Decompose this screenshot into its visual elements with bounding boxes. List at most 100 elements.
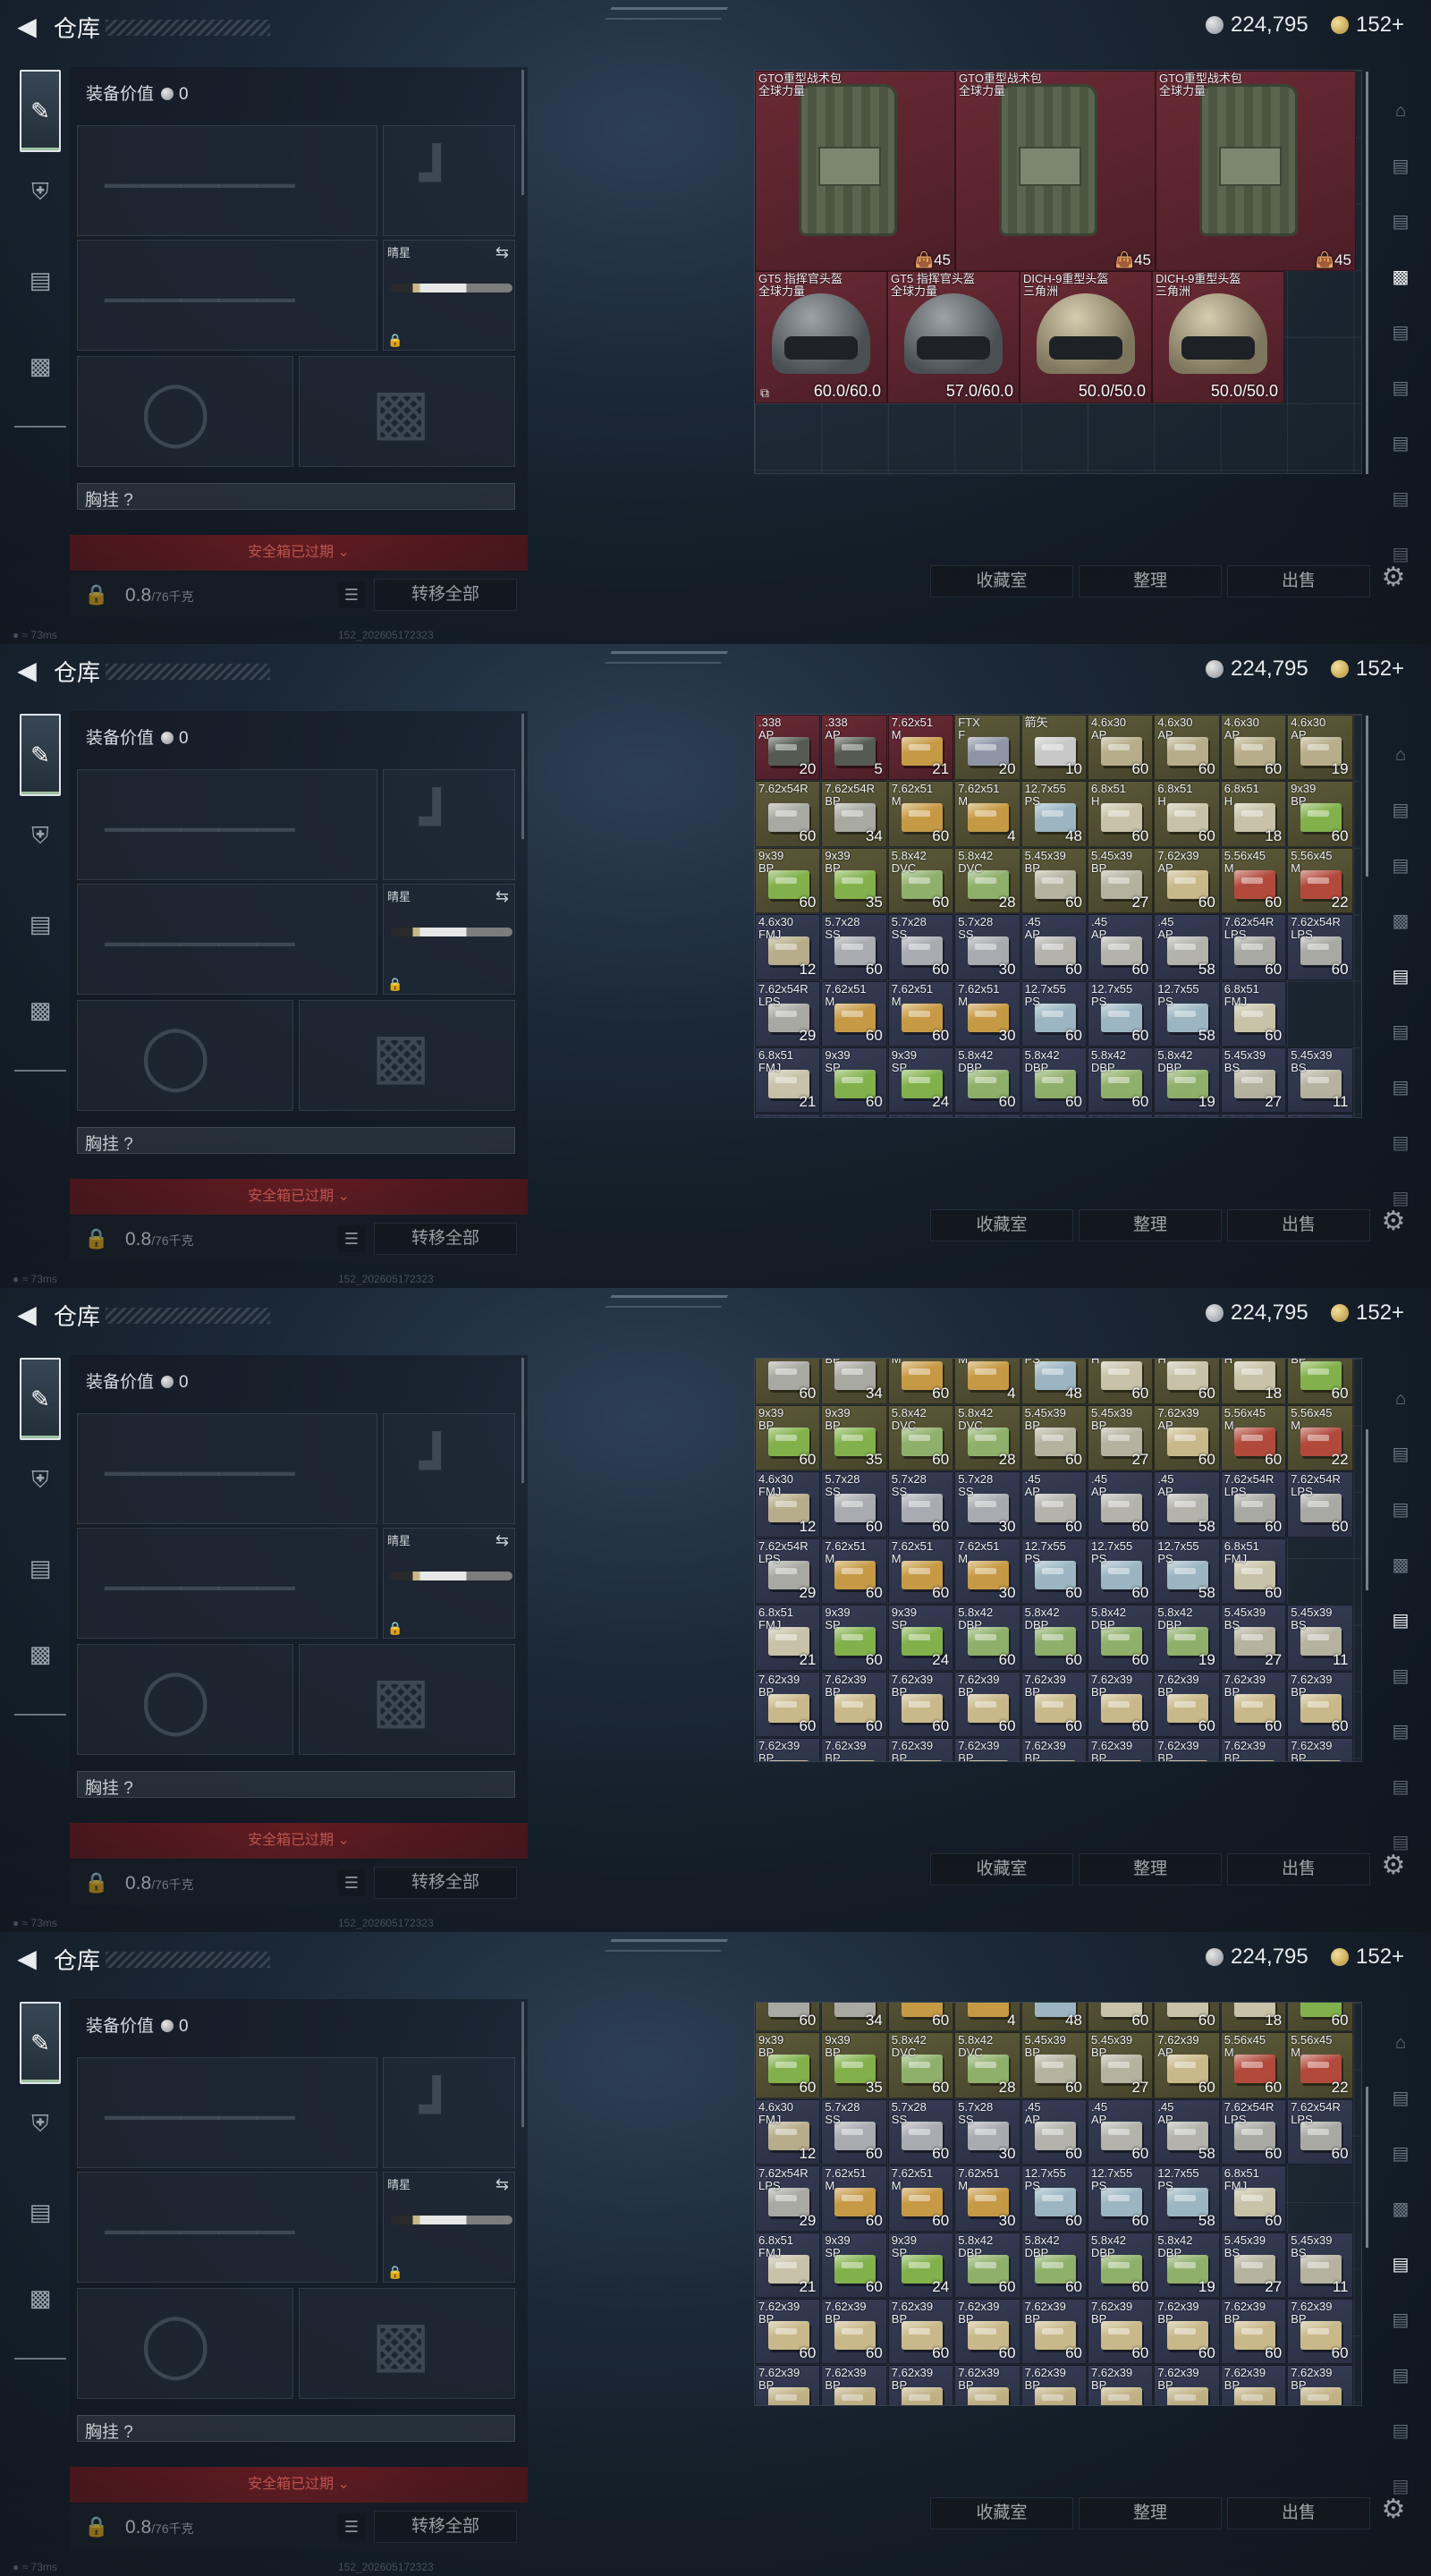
list-icon[interactable]: ☰ — [338, 1869, 365, 1896]
ammo-item[interactable]: 7.62x51 M60 — [821, 980, 887, 1046]
ammo-item[interactable]: 7.62x39 BP60 — [1020, 1738, 1087, 1761]
ammo-item[interactable]: 7.62x51 M 30 — [954, 2165, 1020, 2232]
melee-slot[interactable]: 晴星 ⇆ 🔒 — [383, 240, 515, 351]
helmet-slot[interactable]: ◯ — [77, 1644, 293, 1755]
ammo-item[interactable]: 5.8x42 DVC 60 — [887, 1405, 954, 1471]
ammo-item[interactable]: 7.62x39 BP60 — [1088, 1671, 1154, 1738]
briefcase-tab-icon[interactable]: ▩ — [20, 1633, 61, 1674]
back-arrow-icon[interactable]: ◀ — [13, 1301, 41, 1329]
ammo-item[interactable]: 7.62x39 BP60 — [1154, 2299, 1220, 2365]
ammo-item[interactable]: .45 AP 60 — [1088, 2098, 1154, 2165]
ammo-item[interactable]: .45 AP 60 — [1020, 1471, 1087, 1538]
ammo-item[interactable]: 7.62x54R LPS 60 — [1287, 914, 1353, 980]
ammo-item[interactable]: 7.62x39 BP60 — [1287, 1114, 1353, 1117]
ammo-item[interactable]: 6.8x51 H60 — [1088, 1359, 1154, 1405]
ammo-item[interactable]: 7.62x39 BP60 — [954, 2299, 1020, 2365]
collection-button[interactable]: 收藏室 — [930, 565, 1073, 597]
helmet-tab-icon[interactable]: ⛨ — [20, 1460, 61, 1501]
ammo-item[interactable]: 5.8x42 DBP 19 — [1154, 1605, 1220, 1671]
iv-tab-icon[interactable]: ▤ — [1383, 2080, 1418, 2116]
ammo-item[interactable]: 7.62x39 BP60 — [755, 1114, 821, 1117]
back-arrow-icon[interactable]: ◀ — [13, 657, 41, 685]
helmet-tab-icon[interactable]: ⛨ — [20, 172, 61, 213]
gold-currency[interactable]: 152+ — [1331, 1301, 1404, 1326]
collection-button[interactable]: 收藏室 — [930, 2497, 1073, 2529]
ammo-item[interactable]: 7.62x51 M 4 — [954, 781, 1020, 847]
ammo-item[interactable]: 5.8x42 DBP 60 — [1088, 1047, 1154, 1114]
ammo-item[interactable]: 7.62x39 BP60 — [821, 2365, 887, 2405]
briefcase-tab-icon[interactable]: ▩ — [20, 989, 61, 1030]
ammo-item[interactable]: 7.62x51 M 30 — [954, 980, 1020, 1046]
primary-weapon-slot[interactable]: ───── — [77, 1413, 377, 1524]
pistol-slot[interactable]: ┛ — [383, 2057, 515, 2168]
ammo-item[interactable]: 7.62x39 BP60 — [1220, 2365, 1287, 2405]
ammo-item[interactable]: .45 AP 60 — [1020, 2098, 1087, 2165]
ammo-item[interactable]: 7.62x54R LPS 60 — [1287, 1471, 1353, 1538]
ammo-item[interactable]: 7.62x51 M60 — [821, 1538, 887, 1605]
ammo-item[interactable]: 5.45x39 BS 11 — [1287, 2232, 1353, 2299]
ammo-item[interactable]: 5.7x28 SS 30 — [954, 914, 1020, 980]
ammo-item[interactable]: 7.62x39 BP60 — [1020, 1671, 1087, 1738]
ammo-item[interactable]: .45 AP 60 — [1020, 914, 1087, 980]
sort-button[interactable]: 整理 — [1079, 1853, 1222, 1885]
ii-tab-icon[interactable]: ▤ — [1383, 1714, 1418, 1750]
ammo-item[interactable]: 6.8x51 FMJ 60 — [1220, 1538, 1287, 1605]
gear-icon[interactable]: ⚙ — [1377, 1206, 1410, 1238]
ammo-item[interactable]: 4.6x30 AP 60 — [1220, 715, 1287, 781]
iv-tab-icon[interactable]: ▤ — [1383, 148, 1418, 184]
iv-tab-icon[interactable]: ▤ — [1383, 792, 1418, 828]
ammo-item[interactable]: 5.8x42 DVC 60 — [887, 847, 954, 914]
ammo-item[interactable]: 9x39 BP 60 — [755, 1405, 821, 1471]
ammo-item[interactable]: 7.62x39 BP60 — [887, 1671, 954, 1738]
ammo-item[interactable]: 7.62x51 M 4 — [954, 1359, 1020, 1405]
ammo-item[interactable]: 7.62x54R LPS 60 — [1220, 2098, 1287, 2165]
ammo-item[interactable]: 7.62x39 BP60 — [1154, 1671, 1220, 1738]
ammo-item[interactable]: 5.56x45 M 22 — [1287, 1405, 1353, 1471]
sell-button[interactable]: 出售 — [1227, 2497, 1370, 2529]
ammo-item[interactable]: 7.62x39 BP60 — [1020, 2299, 1087, 2365]
ammo-item[interactable]: 5.8x42 DBP 60 — [954, 2232, 1020, 2299]
ammo-item[interactable]: 7.62x39 BP60 — [887, 1114, 954, 1117]
ammo-item[interactable]: 7.62x39 BP60 — [954, 1114, 1020, 1117]
ammo-item[interactable]: 9x39 SP 60 — [821, 2232, 887, 2299]
iii-tab-icon[interactable]: ▤ — [1383, 1658, 1418, 1694]
helmet-slot[interactable]: ◯ — [77, 2288, 293, 2399]
ammo-item[interactable]: 4.6x30 FMJ 12 — [755, 1471, 821, 1538]
ammo-item[interactable]: .45 AP 58 — [1154, 1471, 1220, 1538]
ammo-item[interactable]: 12.7x55 PS 60 — [1088, 1538, 1154, 1605]
ammo-item[interactable]: 7.62x54R LPS 60 — [1287, 2098, 1353, 2165]
primary-weapon-slot[interactable]: ───── — [77, 769, 377, 880]
door-icon[interactable]: ⌂ — [1383, 2025, 1418, 2061]
ammo-item[interactable]: 6.8x51 H 18 — [1220, 1359, 1287, 1405]
ammo-item[interactable]: 12.7x55 PS 58 — [1154, 980, 1220, 1046]
ammo-item[interactable]: 7.62x54R LPS 29 — [755, 2165, 821, 2232]
stash-grid[interactable]: 7.62x54R 607.62x54R BP347.62x51 M607.62x… — [754, 1358, 1362, 1762]
ammo-item[interactable]: 7.62x51 M60 — [887, 2003, 954, 2032]
stash-grid[interactable]: .338 AP 20.338 AP 5 7.62x51 M 21 FTX F 20 箭矢 10… — [754, 714, 1362, 1118]
helmet-tab-icon[interactable]: ⛨ — [20, 2104, 61, 2145]
briefcase-tab-icon[interactable]: ▩ — [20, 2277, 61, 2318]
ammo-item[interactable]: 5.45x39 BS 11 — [1287, 1605, 1353, 1671]
ammo-item[interactable]: 6.8x51 H60 — [1088, 781, 1154, 847]
ammo-item[interactable]: 7.62x39 AP 60 — [1154, 1405, 1220, 1471]
loadout-scrollbar[interactable] — [521, 70, 524, 195]
helmet-slot[interactable]: ◯ — [77, 356, 293, 467]
ammo-item[interactable]: 6.8x51 FMJ 21 — [755, 1605, 821, 1671]
ammo-item[interactable]: 9x39 BP 35 — [821, 1405, 887, 1471]
ammo-item[interactable]: 5.8x42 DBP 60 — [1020, 1605, 1087, 1671]
iv-tab-icon[interactable]: ▤ — [1383, 315, 1418, 351]
ammo-item[interactable]: 5.7x28 SS 60 — [821, 914, 887, 980]
ammo-item[interactable]: 6.8x51 H60 — [1088, 2003, 1154, 2032]
ammo-item[interactable]: 9x39 SP 60 — [821, 1047, 887, 1114]
armor-slot[interactable]: ▩ — [299, 1644, 515, 1755]
list-icon[interactable]: ☰ — [338, 581, 365, 608]
ammo-item[interactable]: 箭矢 10 — [1020, 715, 1087, 781]
ammo-item[interactable]: 7.62x39 BP60 — [755, 2299, 821, 2365]
ammo-item[interactable]: 7.62x54R LPS 60 — [1220, 1471, 1287, 1538]
ammo-item[interactable]: .45 AP 60 — [1088, 914, 1154, 980]
ammo-item[interactable]: 5.8x42 DBP 60 — [1088, 2232, 1154, 2299]
door-icon[interactable]: ⌂ — [1383, 1381, 1418, 1417]
ammo-item[interactable]: 7.62x51 M60 — [887, 980, 954, 1046]
ammo-item[interactable]: 5.8x42 DBP 60 — [1088, 1605, 1154, 1671]
ammo-item[interactable]: 5.45x39 BS 27 — [1220, 1605, 1287, 1671]
